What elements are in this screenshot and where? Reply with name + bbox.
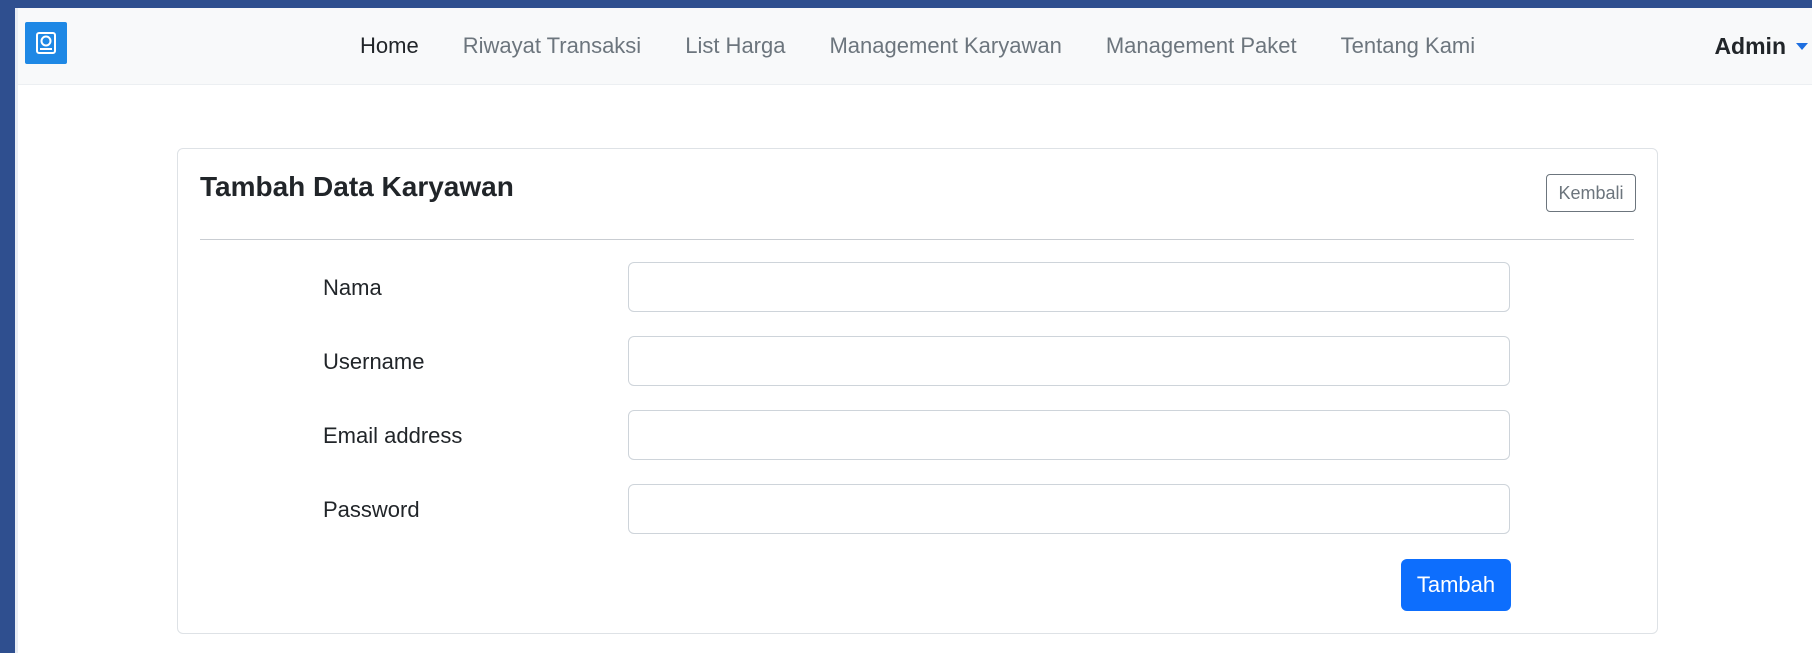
user-name: Admin — [1714, 32, 1786, 59]
nav-link-management-karyawan[interactable]: Management Karyawan — [807, 33, 1083, 59]
add-employee-card: Tambah Data Karyawan Kembali Nama Userna… — [177, 148, 1658, 634]
card-title: Tambah Data Karyawan — [200, 171, 514, 202]
submit-button[interactable]: Tambah — [1401, 559, 1511, 611]
nav-link-home[interactable]: Home — [338, 33, 441, 59]
window-frame-left — [0, 0, 15, 653]
navbar: Home Riwayat Transaksi List Harga Manage… — [18, 8, 1812, 85]
form-row-username: Username — [178, 336, 1657, 388]
email-input[interactable] — [628, 410, 1510, 460]
laundry-machine-icon — [36, 32, 56, 54]
password-label: Password — [323, 497, 420, 522]
user-dropdown[interactable]: Admin — [1714, 8, 1812, 84]
nav-link-list-harga[interactable]: List Harga — [663, 33, 807, 59]
nav-link-tentang-kami[interactable]: Tentang Kami — [1319, 33, 1498, 59]
form-row-password: Password — [178, 484, 1657, 536]
brand-logo[interactable] — [25, 22, 67, 64]
nama-label: Nama — [323, 275, 382, 300]
nav-link-management-paket[interactable]: Management Paket — [1084, 33, 1319, 59]
back-button[interactable]: Kembali — [1546, 174, 1636, 212]
nama-input[interactable] — [628, 262, 1510, 312]
chevron-down-icon — [1796, 42, 1808, 50]
form-row-email: Email address — [178, 410, 1657, 462]
password-input[interactable] — [628, 484, 1510, 534]
username-label: Username — [323, 349, 425, 374]
form-row-nama: Nama — [178, 262, 1657, 314]
card-divider — [200, 239, 1634, 240]
window-frame-top — [0, 0, 1812, 8]
email-label: Email address — [323, 423, 463, 448]
nav-link-riwayat-transaksi[interactable]: Riwayat Transaksi — [441, 33, 664, 59]
nav-links: Home Riwayat Transaksi List Harga Manage… — [338, 8, 1497, 84]
username-input[interactable] — [628, 336, 1510, 386]
window-frame-edge — [15, 8, 18, 653]
